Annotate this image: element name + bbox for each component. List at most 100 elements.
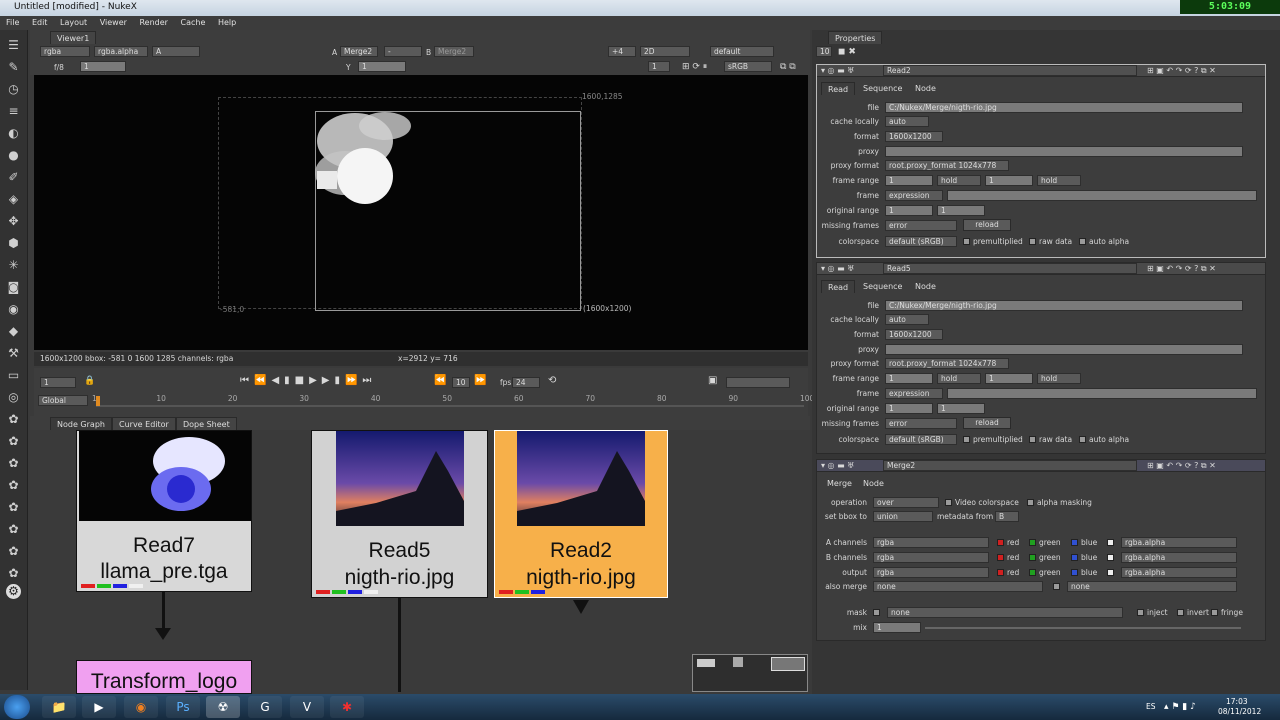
app-icon-8[interactable]: ✱ <box>330 696 364 718</box>
tray-icons[interactable]: ▴ ⚑ ▮ ♪ <box>1164 702 1196 712</box>
menu-file[interactable]: File <box>6 18 19 27</box>
video-colorspace-checkbox[interactable] <box>945 499 952 506</box>
tab-dope-sheet[interactable]: Dope Sheet <box>176 417 237 430</box>
tab-node-graph[interactable]: Node Graph <box>50 417 112 430</box>
menu-viewer[interactable]: Viewer <box>100 18 127 27</box>
b-red-checkbox[interactable] <box>997 554 1004 561</box>
time-icon[interactable]: ◷ <box>6 82 21 97</box>
out-green-checkbox[interactable] <box>1029 569 1036 576</box>
read5-tab-read[interactable]: Read <box>821 280 856 293</box>
panel-controls-icons[interactable]: ▾ ◎ ▬ ♅ <box>821 461 854 470</box>
b-input-select[interactable]: Merge2 <box>434 46 474 57</box>
read5-tab-node[interactable]: Node <box>909 280 942 293</box>
b-channels-select[interactable]: rgba <box>873 552 989 563</box>
plugin-icon-1[interactable]: ✿ <box>6 412 21 427</box>
read2-before-select[interactable]: hold <box>937 175 981 186</box>
read5-before-select[interactable]: hold <box>937 373 981 384</box>
a-green-checkbox[interactable] <box>1029 539 1036 546</box>
transform-icon[interactable]: ✥ <box>6 214 21 229</box>
read2-after-select[interactable]: hold <box>1037 175 1081 186</box>
range-mode-select[interactable]: Global <box>38 395 88 406</box>
read2-tab-sequence[interactable]: Sequence <box>857 82 909 95</box>
read2-first-frame[interactable]: 1 <box>885 175 933 186</box>
app-icon-6[interactable]: G <box>248 696 282 718</box>
viewer-channels-select[interactable]: rgba <box>40 46 90 57</box>
tab-curve-editor[interactable]: Curve Editor <box>112 417 176 430</box>
mix-slider[interactable] <box>925 627 1241 629</box>
b-green-checkbox[interactable] <box>1029 554 1036 561</box>
node-read2[interactable]: Read2 nigth-rio.jpg <box>494 430 668 598</box>
current-frame-field[interactable]: 1 <box>40 377 76 388</box>
read2-tab-read[interactable]: Read <box>821 82 856 95</box>
views-icon[interactable]: ◉ <box>6 302 21 317</box>
frame-increment-field[interactable]: 10 <box>452 377 470 388</box>
loop-icon[interactable]: ⟲ <box>548 375 556 386</box>
read5-after-select[interactable]: hold <box>1037 373 1081 384</box>
node-read5[interactable]: Read5 nigth-rio.jpg <box>311 430 488 598</box>
read2-proxy-field[interactable] <box>885 146 1243 157</box>
lock-icon[interactable]: 🔒 <box>84 376 95 386</box>
start-button[interactable] <box>4 695 30 719</box>
inject-checkbox[interactable] <box>1137 609 1144 616</box>
lock-panels-icon[interactable]: ◼ ✖ <box>838 47 856 57</box>
read5-orig-last[interactable]: 1 <box>937 403 985 414</box>
merge2-tab-node[interactable]: Node <box>857 477 890 490</box>
metadata-icon[interactable]: ◆ <box>6 324 21 339</box>
metadata-select[interactable]: B <box>995 511 1019 522</box>
a-alpha-checkbox[interactable] <box>1107 539 1114 546</box>
playback-buttons[interactable]: ⏮⏪◀▮■▶▶▮⏩⏭ <box>240 375 376 386</box>
merge-icon[interactable]: ◈ <box>6 192 21 207</box>
read5-autoalpha-checkbox[interactable] <box>1079 436 1086 443</box>
merge-operation-select[interactable]: over <box>873 497 939 508</box>
merge2-node-name[interactable]: Merge2 <box>883 460 1137 471</box>
also-merge-select[interactable]: none <box>873 581 1043 592</box>
output-select[interactable]: rgba <box>873 567 989 578</box>
b-blue-checkbox[interactable] <box>1071 554 1078 561</box>
read2-header-icons[interactable]: ⊞ ▣ ↶ ↷ ⟳ ? ⧉ ✕ <box>1147 66 1216 76</box>
read2-orig-last[interactable]: 1 <box>937 205 985 216</box>
view-mode-select[interactable]: 2D <box>640 46 690 57</box>
settings-icon[interactable]: ⚙ <box>6 584 21 599</box>
nuke-icon[interactable]: ☢ <box>206 696 240 718</box>
read2-colorspace-select[interactable]: default (sRGB) <box>885 236 957 247</box>
out-blue-checkbox[interactable] <box>1071 569 1078 576</box>
tab-viewer1[interactable]: Viewer1 <box>50 31 97 44</box>
read5-reload-button[interactable]: reload <box>963 417 1011 429</box>
read5-premultiplied-checkbox[interactable] <box>963 436 970 443</box>
merge2-tab-merge[interactable]: Merge <box>821 477 858 490</box>
keyer-icon[interactable]: ✐ <box>6 170 21 185</box>
filter-icon[interactable]: ● <box>6 148 21 163</box>
render-range-field[interactable] <box>726 377 790 388</box>
read5-cache-select[interactable]: auto <box>885 314 929 325</box>
menu-edit[interactable]: Edit <box>32 18 48 27</box>
plugin-icon-2[interactable]: ✿ <box>6 434 21 449</box>
media-icon[interactable]: ▶ <box>82 696 116 718</box>
step-back-icon[interactable]: ⏪ <box>434 375 446 386</box>
firefox-icon[interactable]: ◉ <box>124 696 158 718</box>
read2-file-field[interactable]: C:/Nukex/Merge/nigth-rio.jpg <box>885 102 1243 113</box>
read2-reload-button[interactable]: reload <box>963 219 1011 231</box>
read5-frame-mode-select[interactable]: expression <box>885 388 943 399</box>
viewer-alpha-select[interactable]: rgba.alpha <box>94 46 148 57</box>
mix-field[interactable]: 1 <box>873 622 921 633</box>
gain-display[interactable]: +4 <box>608 46 636 57</box>
read5-proxy-format-select[interactable]: root.proxy_format 1024x778 <box>885 358 1009 369</box>
other-icon[interactable]: ▭ <box>6 368 21 383</box>
plugin-icon-8[interactable]: ✿ <box>6 566 21 581</box>
read2-last-frame[interactable]: 1 <box>985 175 1033 186</box>
read2-orig-first[interactable]: 1 <box>885 205 933 216</box>
lut-select[interactable]: default <box>710 46 774 57</box>
bbox-select[interactable]: union <box>873 511 933 522</box>
explorer-icon[interactable]: 📁 <box>42 696 76 718</box>
read5-header-icons[interactable]: ⊞ ▣ ↶ ↷ ⟳ ? ⧉ ✕ <box>1147 264 1216 274</box>
read5-missing-frames-select[interactable]: error <box>885 418 957 429</box>
read5-node-name[interactable]: Read5 <box>883 263 1137 274</box>
a-alpha-select[interactable]: rgba.alpha <box>1121 537 1237 548</box>
channel-icon[interactable]: ≡ <box>6 104 21 119</box>
read2-node-name[interactable]: Read2 <box>883 65 1137 76</box>
step-forward-icon[interactable]: ⏩ <box>474 375 486 386</box>
read5-frame-field[interactable] <box>947 388 1257 399</box>
plugin-icon-6[interactable]: ✿ <box>6 522 21 537</box>
tab-properties[interactable]: Properties <box>828 31 883 44</box>
plugin-icon-7[interactable]: ✿ <box>6 544 21 559</box>
